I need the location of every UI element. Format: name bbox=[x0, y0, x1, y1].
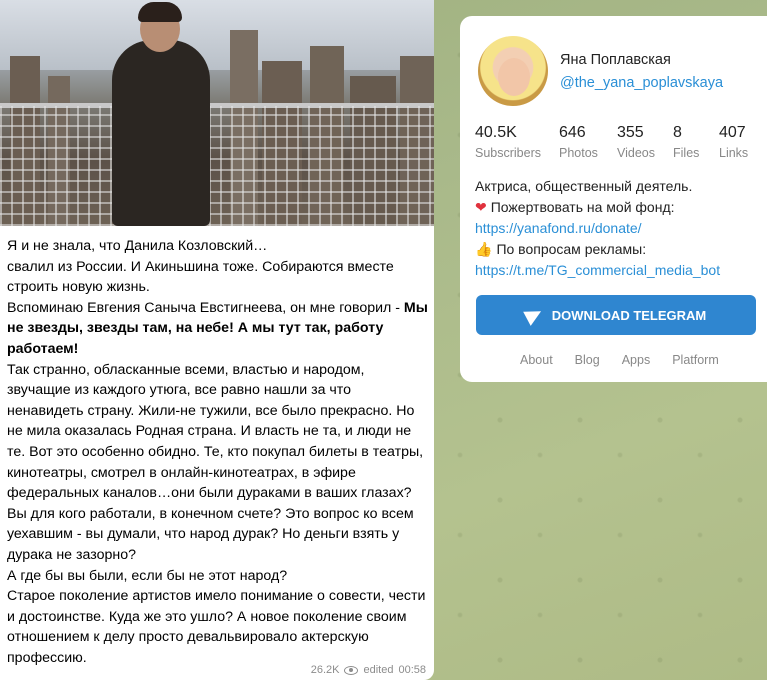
stat-value: 646 bbox=[559, 124, 586, 141]
stat-label: Files bbox=[673, 146, 700, 160]
photo-person-coat bbox=[112, 40, 210, 226]
message-text-plain: Вспоминаю Евгения Саныча Евстигнеева, он… bbox=[7, 299, 404, 316]
download-label: DOWNLOAD TELEGRAM bbox=[551, 307, 707, 323]
footer-link-apps[interactable]: Apps bbox=[622, 353, 651, 367]
message-paragraph: Старое поколение артистов имело понимани… bbox=[7, 588, 426, 666]
views-count: 26.2K bbox=[310, 664, 340, 676]
stat-label: Videos bbox=[617, 146, 655, 160]
stat-value: 355 bbox=[617, 124, 644, 141]
bio-text: Пожертвовать на мой фонд: bbox=[490, 199, 675, 215]
message-meta: 26.2K edited 00:58 bbox=[311, 664, 426, 676]
channel-info-card: Яна Поплавская @the_yana_poplavskaya 40.… bbox=[460, 16, 767, 382]
stat-subscribers: 40.5K Subscribers bbox=[475, 124, 547, 160]
message-time: 00:58 bbox=[398, 664, 426, 676]
channel-description: Актриса, общественный деятель. ❤ Пожертво… bbox=[475, 176, 760, 281]
donate-link[interactable]: https://yanafond.ru/donate/ bbox=[475, 220, 642, 236]
stat-label: Links bbox=[719, 146, 749, 160]
stat-value: 8 bbox=[673, 124, 682, 141]
message-paragraph: А где бы вы были, если бы не этот народ? bbox=[7, 567, 288, 584]
stat-value: 40.5K bbox=[475, 124, 517, 141]
heart-icon: ❤ bbox=[475, 199, 487, 215]
channel-handle[interactable]: @the_yana_poplavskaya bbox=[560, 75, 723, 91]
edited-label: edited bbox=[363, 664, 394, 676]
stat-videos: 355 Videos bbox=[615, 124, 673, 160]
telegram-plane-icon bbox=[522, 304, 545, 326]
photo-sky bbox=[0, 0, 434, 70]
download-telegram-button[interactable]: DOWNLOAD TELEGRAM bbox=[476, 295, 756, 335]
message-paragraph: Так странно, обласканные всеми, властью … bbox=[7, 361, 424, 563]
message-paragraph: свалил из России. И Акиньшина тоже. Соби… bbox=[7, 258, 394, 296]
channel-stats: 40.5K Subscribers 646 Photos 355 Videos … bbox=[475, 124, 759, 160]
message-paragraph: Вспоминаю Евгения Саныча Евстигнеева, он… bbox=[7, 298, 429, 360]
message-paragraph: Я и не знала, что Данила Козловский… bbox=[7, 238, 268, 254]
footer-link-platform[interactable]: Platform bbox=[672, 353, 719, 367]
stat-label: Subscribers bbox=[475, 146, 541, 160]
bio-text: По вопросам рекламы: bbox=[496, 241, 647, 257]
photo-person-hair bbox=[138, 2, 182, 22]
footer-link-about[interactable]: About bbox=[520, 353, 553, 367]
channel-name: Яна Поплавская bbox=[560, 52, 671, 68]
bio-line: 👍 По вопросам рекламы: bbox=[475, 239, 760, 260]
eye-icon bbox=[344, 665, 359, 675]
stat-value: 407 bbox=[719, 124, 746, 141]
footer-links: About Blog Apps Platform bbox=[460, 353, 767, 367]
stat-label: Photos bbox=[559, 146, 598, 160]
thumbs-up-icon: 👍 bbox=[475, 241, 493, 257]
message-text: Я и не знала, что Данила Козловский… сва… bbox=[7, 236, 429, 668]
ads-bot-link[interactable]: https://t.me/TG_commercial_media_bot bbox=[475, 262, 720, 278]
channel-message: Я и не знала, что Данила Козловский… сва… bbox=[0, 0, 434, 680]
stat-files: 8 Files bbox=[673, 124, 719, 160]
bio-line: ❤ Пожертвовать на мой фонд: bbox=[475, 197, 760, 218]
message-photo[interactable] bbox=[0, 0, 434, 226]
bio-line: Актриса, общественный деятель. bbox=[475, 178, 693, 194]
photo-fence bbox=[0, 106, 434, 226]
footer-link-blog[interactable]: Blog bbox=[575, 353, 600, 367]
stat-photos: 646 Photos bbox=[547, 124, 615, 160]
stat-links: 407 Links bbox=[719, 124, 759, 160]
channel-avatar[interactable] bbox=[478, 36, 548, 106]
